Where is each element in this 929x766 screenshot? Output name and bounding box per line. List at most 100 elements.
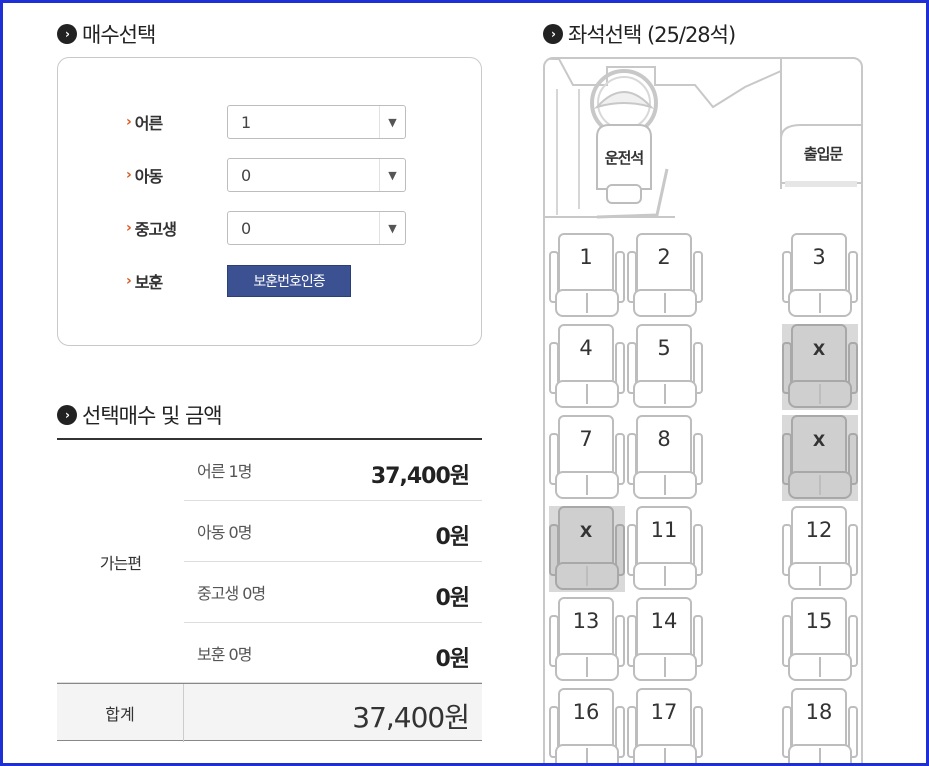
select-value: 0 bbox=[241, 165, 252, 185]
door-label: 출입문 bbox=[803, 145, 843, 163]
seat-cushion bbox=[788, 653, 852, 681]
qty-row-adult: › 어른 1 ▼ bbox=[126, 105, 406, 139]
child-count-select[interactable]: 0 ▼ bbox=[227, 158, 406, 192]
seat[interactable]: 7 bbox=[549, 415, 625, 501]
seat-cushion bbox=[633, 562, 697, 590]
fare-row: 어른 1명 37,400원 bbox=[184, 440, 482, 501]
seat-taken: X bbox=[782, 324, 858, 410]
select-value: 0 bbox=[241, 218, 252, 238]
chevron-right-icon: › bbox=[57, 24, 77, 44]
seat-cushion bbox=[633, 653, 697, 681]
seat-cushion bbox=[555, 562, 619, 590]
seat-number: 11 bbox=[650, 518, 678, 542]
seat-section-title: › 좌석선택 (25/28석) bbox=[543, 19, 736, 49]
bus-seat-map: 운전석 출입문 1 2 3 4 5 X 7 8 X X 11 12 13 14 15 16 17 18 bbox=[543, 57, 863, 766]
fare-row: 중고생 0명 0원 bbox=[184, 562, 482, 623]
seat-cushion bbox=[788, 562, 852, 590]
seat-number: 12 bbox=[805, 518, 833, 542]
seat-number: 7 bbox=[579, 427, 593, 451]
adult-count-select[interactable]: 1 ▼ bbox=[227, 105, 406, 139]
total-label: 합계 bbox=[57, 684, 184, 742]
seat[interactable]: 14 bbox=[627, 597, 703, 683]
total-amount: 37,400원 bbox=[352, 701, 470, 734]
bus-front-illustration bbox=[545, 59, 861, 219]
qty-label-veteran: › 보훈 bbox=[126, 269, 227, 293]
seat-number: 8 bbox=[657, 427, 671, 451]
quantity-section-title: › 매수선택 bbox=[57, 19, 156, 49]
seat-number: 13 bbox=[572, 609, 600, 633]
seat-cushion bbox=[633, 744, 697, 766]
seat-number: 17 bbox=[650, 700, 678, 724]
qty-label-text: 아동 bbox=[134, 167, 163, 186]
seat-cushion bbox=[788, 289, 852, 317]
seat[interactable]: 18 bbox=[782, 688, 858, 766]
fare-row-label: 보훈 0명 bbox=[197, 645, 252, 664]
chevron-down-icon: ▼ bbox=[379, 212, 405, 244]
seat[interactable]: 11 bbox=[627, 506, 703, 592]
seat-number: 18 bbox=[805, 700, 833, 724]
seat-cushion bbox=[633, 380, 697, 408]
fare-total-row: 합계 37,400원 bbox=[57, 683, 482, 742]
seat[interactable]: 17 bbox=[627, 688, 703, 766]
driver-seat-label: 운전석 bbox=[604, 149, 644, 167]
seat-number: X bbox=[812, 340, 826, 359]
seat-cushion bbox=[555, 380, 619, 408]
seat[interactable]: 2 bbox=[627, 233, 703, 319]
fare-row-amount: 0원 bbox=[435, 647, 470, 672]
arrow-icon: › bbox=[126, 114, 132, 130]
seat[interactable]: 8 bbox=[627, 415, 703, 501]
seat-cushion bbox=[555, 471, 619, 499]
seat-taken: X bbox=[549, 506, 625, 592]
seat-cushion bbox=[555, 744, 619, 766]
seat-cushion bbox=[633, 471, 697, 499]
qty-label-text: 보훈 bbox=[134, 273, 163, 292]
chevron-right-icon: › bbox=[543, 24, 563, 44]
seat[interactable]: 1 bbox=[549, 233, 625, 319]
seat-number: 1 bbox=[579, 245, 593, 269]
veteran-auth-button[interactable]: 보훈번호인증 bbox=[227, 265, 351, 297]
seat-number: X bbox=[579, 522, 593, 541]
qty-label-text: 어른 bbox=[134, 114, 163, 133]
fare-row: 보훈 0명 0원 bbox=[184, 623, 482, 684]
seat-title-text: 좌석선택 (25/28석) bbox=[568, 23, 736, 47]
quantity-box: › 어른 1 ▼ › 아동 0 ▼ › 중고생 0 ▼ › 보훈 보훈번호인증 bbox=[57, 57, 482, 346]
fare-row-amount: 37,400원 bbox=[370, 464, 470, 489]
seat-cushion bbox=[788, 380, 852, 408]
chevron-down-icon: ▼ bbox=[379, 159, 405, 191]
seat[interactable]: 13 bbox=[549, 597, 625, 683]
seat[interactable]: 4 bbox=[549, 324, 625, 410]
seat[interactable]: 16 bbox=[549, 688, 625, 766]
seat[interactable]: 12 bbox=[782, 506, 858, 592]
fare-title-text: 선택매수 및 금액 bbox=[82, 404, 223, 428]
fare-row-amount: 0원 bbox=[435, 525, 470, 550]
quantity-title-text: 매수선택 bbox=[82, 23, 156, 47]
chevron-down-icon: ▼ bbox=[379, 106, 405, 138]
qty-label-child: › 아동 bbox=[126, 163, 227, 187]
seat-cushion bbox=[788, 471, 852, 499]
fare-table: 가는편 어른 1명 37,400원 아동 0명 0원 중고생 0명 0원 보훈 … bbox=[57, 438, 482, 742]
chevron-right-icon: › bbox=[57, 405, 77, 425]
seat[interactable]: 15 bbox=[782, 597, 858, 683]
qty-label-text: 중고생 bbox=[134, 220, 177, 239]
seat-cushion bbox=[788, 744, 852, 766]
seat-number: 5 bbox=[657, 336, 671, 360]
student-count-select[interactable]: 0 ▼ bbox=[227, 211, 406, 245]
fare-row: 아동 0명 0원 bbox=[184, 501, 482, 562]
select-value: 1 bbox=[241, 112, 252, 132]
group-label: 가는편 bbox=[99, 553, 142, 573]
qty-row-veteran: › 보훈 보훈번호인증 bbox=[126, 264, 351, 298]
seat-cushion bbox=[555, 289, 619, 317]
qty-row-child: › 아동 0 ▼ bbox=[126, 158, 406, 192]
seat-number: X bbox=[812, 431, 826, 450]
arrow-icon: › bbox=[126, 220, 132, 236]
qty-label-student: › 중고생 bbox=[126, 216, 227, 240]
seat-number: 4 bbox=[579, 336, 593, 360]
fare-row-label: 어른 1명 bbox=[197, 462, 252, 481]
seat[interactable]: 5 bbox=[627, 324, 703, 410]
arrow-icon: › bbox=[126, 273, 132, 289]
arrow-icon: › bbox=[126, 167, 132, 183]
fare-row-label: 중고생 0명 bbox=[197, 584, 266, 603]
seat[interactable]: 3 bbox=[782, 233, 858, 319]
seat-number: 2 bbox=[657, 245, 671, 269]
fare-section-title: › 선택매수 및 금액 bbox=[57, 400, 223, 430]
